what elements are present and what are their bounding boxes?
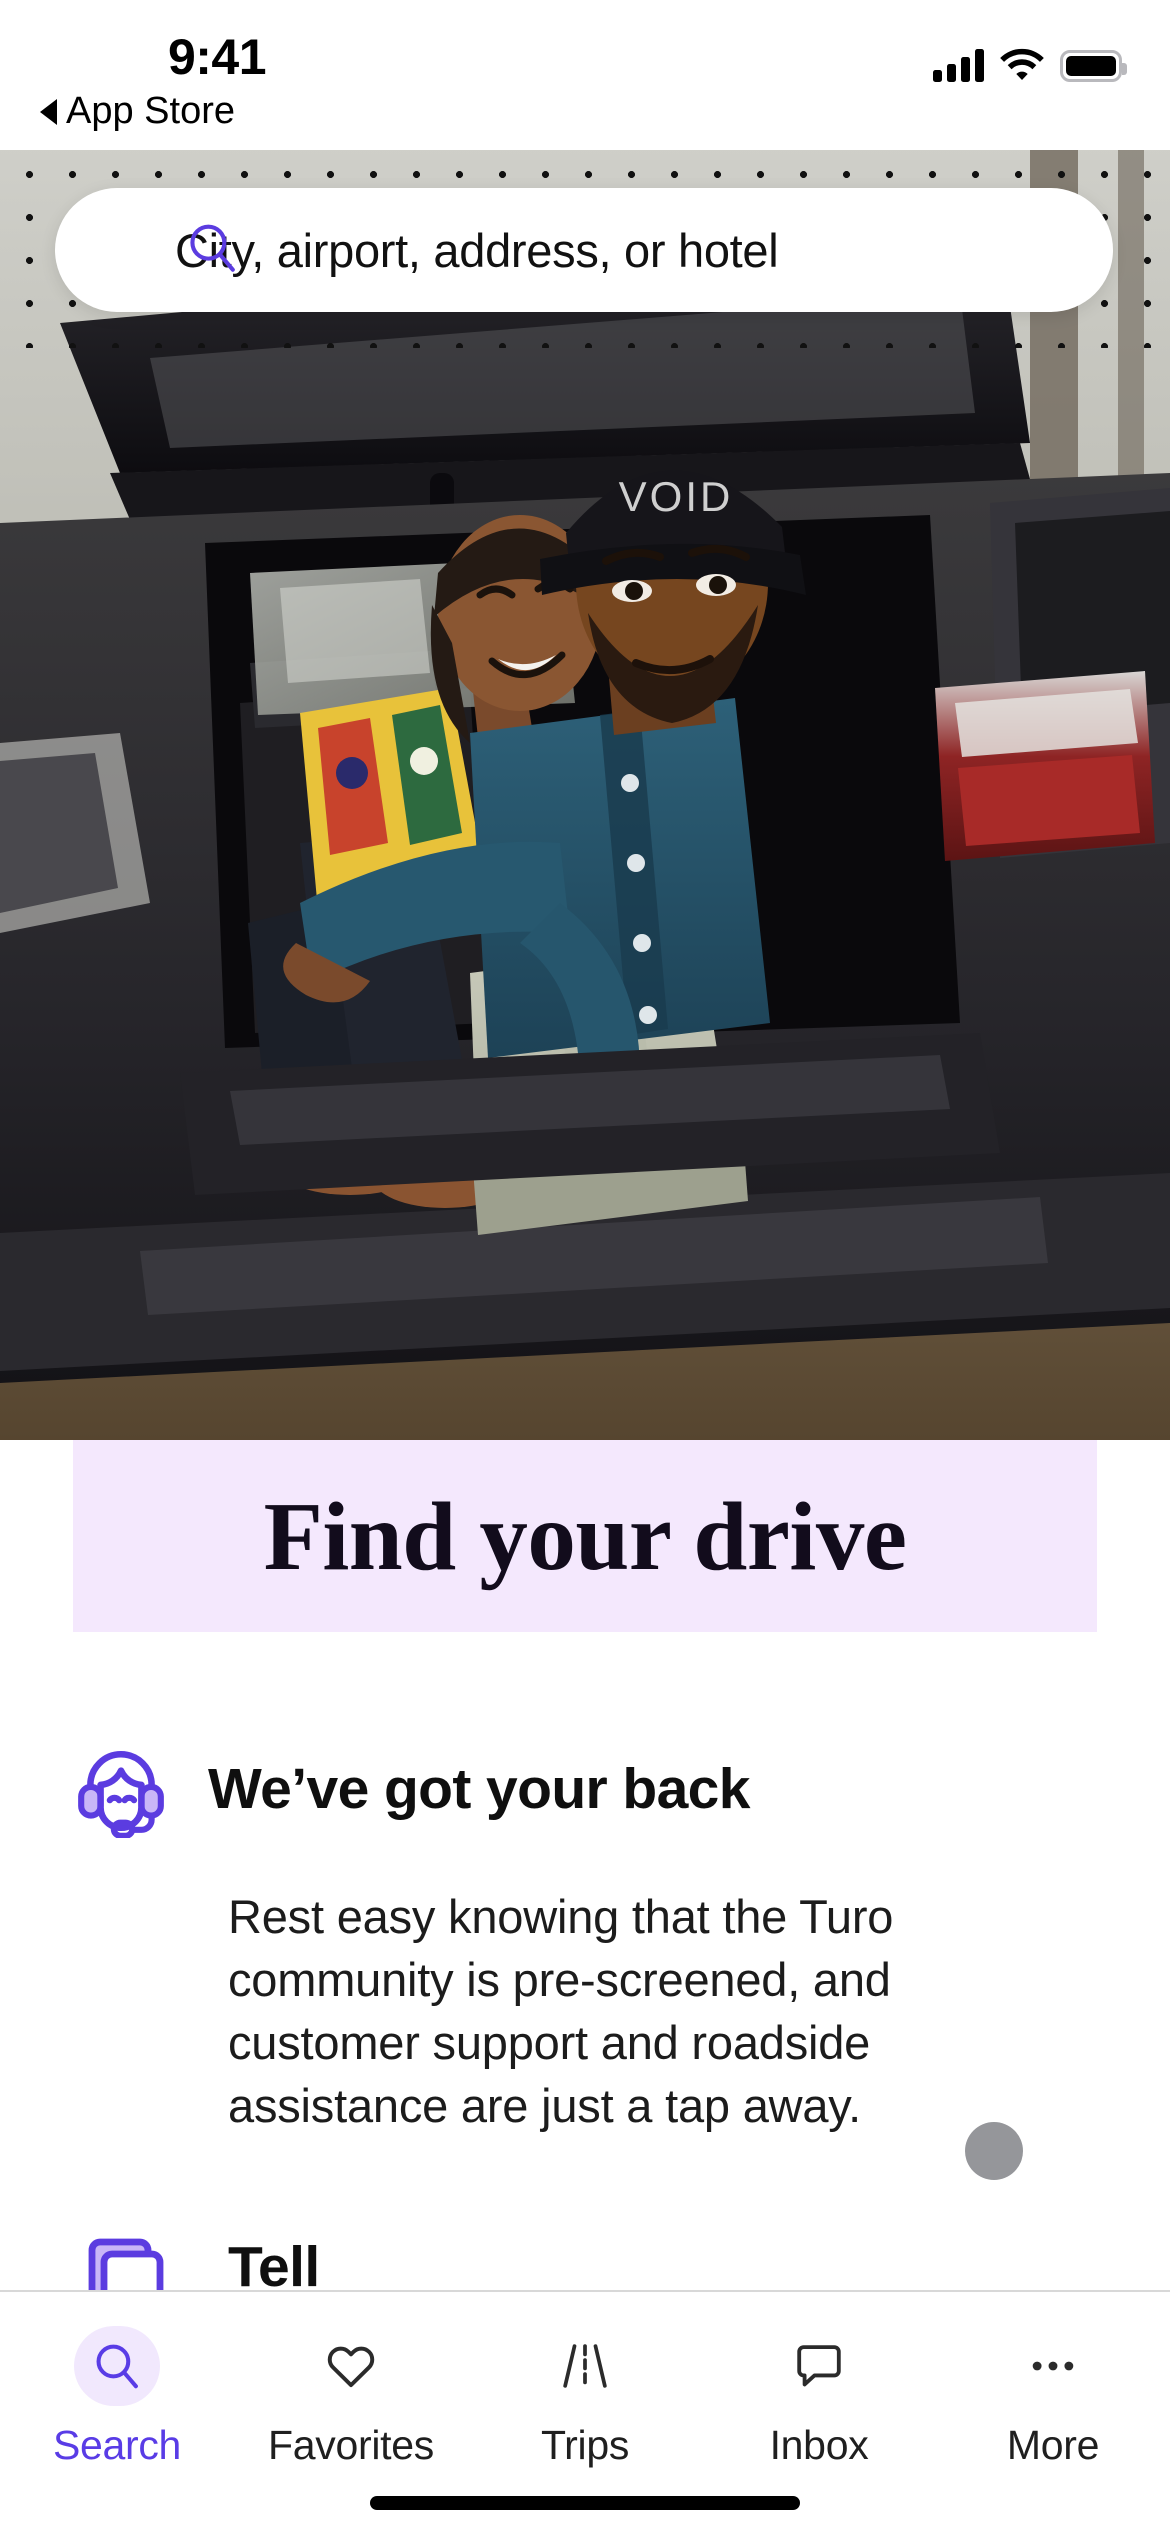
wifi-icon bbox=[1000, 48, 1044, 82]
feature-title: We’ve got your back bbox=[208, 1757, 750, 1821]
svg-text:VOID: VOID bbox=[619, 473, 734, 520]
tab-label-favorites: Favorites bbox=[268, 2422, 434, 2468]
tab-search[interactable]: Search bbox=[0, 2326, 234, 2469]
feature-section: We’ve got your back Rest easy knowing th… bbox=[0, 1740, 1170, 2138]
status-indicators bbox=[933, 48, 1127, 82]
battery-full-icon bbox=[1060, 50, 1127, 82]
home-indicator bbox=[370, 2496, 800, 2510]
tab-label-more: More bbox=[1006, 2422, 1100, 2468]
next-section-title: Tell bbox=[228, 2235, 320, 2292]
feature-header: We’ve got your back bbox=[0, 1740, 1170, 1839]
tab-inbox[interactable]: Inbox bbox=[702, 2326, 936, 2469]
next-section-preview: Tell bbox=[0, 2230, 1170, 2292]
find-your-drive-banner: Find your drive bbox=[73, 1440, 1097, 1632]
tab-label-inbox: Inbox bbox=[769, 2422, 869, 2468]
tab-label-search: Search bbox=[52, 2422, 182, 2468]
chat-bubble-icon bbox=[776, 2326, 862, 2406]
hero-image: VOID bbox=[0, 143, 1170, 1440]
back-triangle-icon bbox=[40, 98, 57, 125]
search-icon bbox=[74, 2326, 160, 2406]
search-icon bbox=[183, 219, 241, 282]
app-screen: VOID City, airport, address, or hotel 9:… bbox=[0, 0, 1170, 2532]
back-to-app-store-link[interactable]: App Store bbox=[40, 90, 235, 133]
road-icon bbox=[542, 2326, 628, 2406]
cellular-bars-icon bbox=[933, 48, 984, 82]
hero-photo: VOID bbox=[0, 143, 1170, 1440]
banner-title: Find your drive bbox=[263, 1482, 907, 1590]
ellipsis-icon bbox=[1010, 2326, 1096, 2406]
back-label: App Store bbox=[66, 90, 235, 132]
search-input[interactable]: City, airport, address, or hotel bbox=[175, 223, 779, 278]
tab-trips[interactable]: Trips bbox=[468, 2326, 702, 2469]
document-icon bbox=[78, 2230, 174, 2292]
status-time: 9:41 bbox=[167, 29, 267, 85]
tab-label-trips: Trips bbox=[540, 2422, 630, 2468]
heart-icon bbox=[308, 2326, 394, 2406]
search-bar[interactable]: City, airport, address, or hotel bbox=[55, 188, 1113, 312]
tab-more[interactable]: More bbox=[936, 2326, 1170, 2469]
tab-favorites[interactable]: Favorites bbox=[234, 2326, 468, 2469]
feature-body: Rest easy knowing that the Turo communit… bbox=[228, 1890, 894, 2132]
headset-support-icon bbox=[72, 1740, 170, 1839]
page-indicator-dot[interactable] bbox=[965, 2122, 1023, 2180]
